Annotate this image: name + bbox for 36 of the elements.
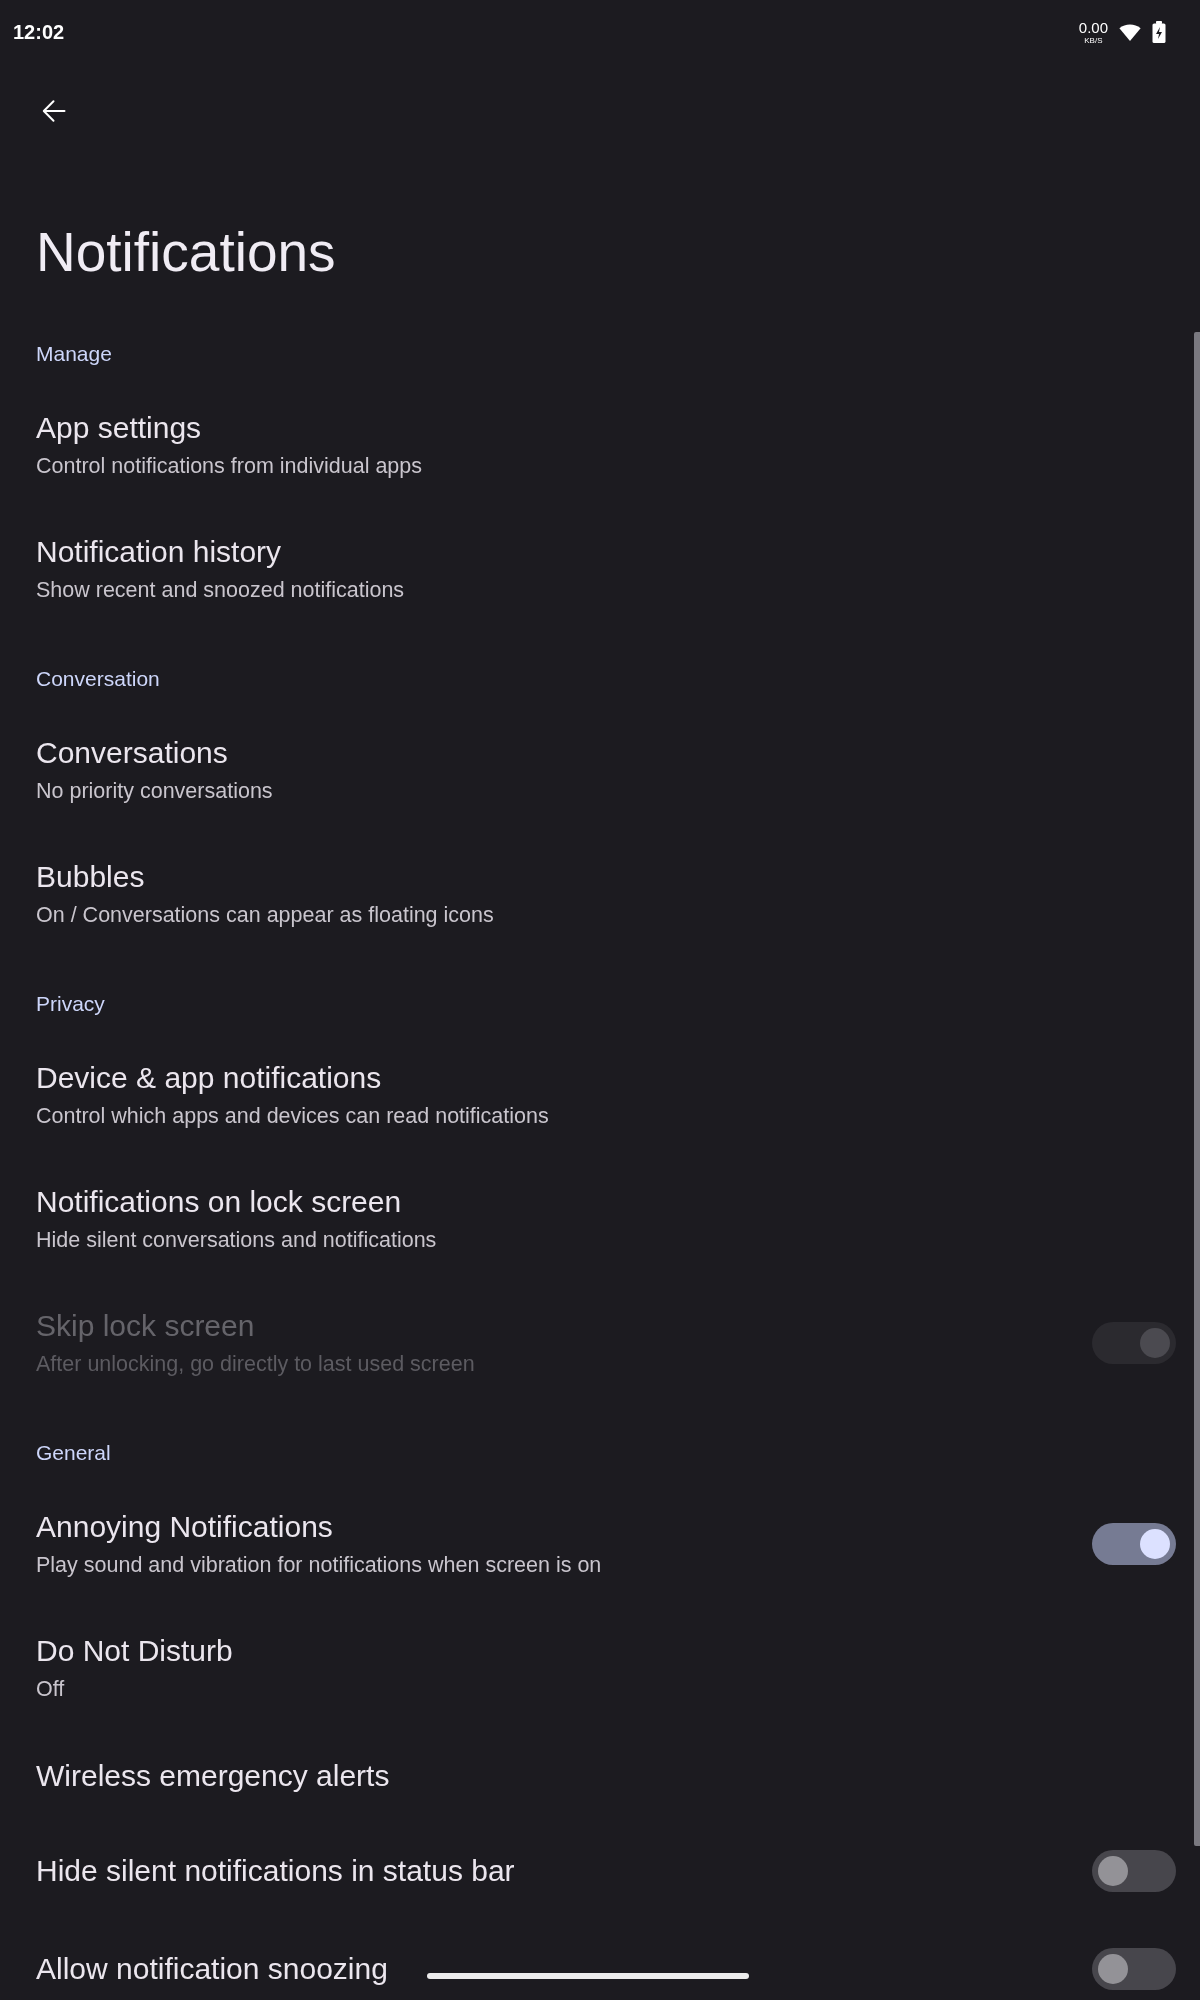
section-header: General <box>36 1440 111 1466</box>
setting-title[interactable]: Bubbles <box>36 859 145 895</box>
setting-title[interactable]: Conversations <box>36 735 228 771</box>
setting-title[interactable]: Notification history <box>36 534 282 570</box>
back-icon <box>42 99 66 123</box>
setting-title[interactable]: Device & app notifications <box>36 1060 382 1096</box>
section-header: Conversation <box>36 666 160 692</box>
setting-title[interactable]: Annoying Notifications <box>36 1509 333 1545</box>
section-header: Manage <box>36 341 112 367</box>
section-header: Privacy <box>36 991 105 1017</box>
setting-summary: Control notifications from individual apps <box>36 453 422 480</box>
toggle-switch[interactable] <box>1092 1523 1176 1565</box>
setting-title[interactable]: Notifications on lock screen <box>36 1184 402 1220</box>
battery-charging-icon <box>1152 21 1166 43</box>
setting-summary: After unlocking, go directly to last used screen <box>36 1351 475 1378</box>
setting-summary: Show recent and snoozed notifications <box>36 577 405 604</box>
gesture-handle[interactable] <box>427 1973 749 1979</box>
setting-summary: No priority conversations <box>36 778 273 805</box>
wifi-icon <box>1119 23 1141 41</box>
status-time: 12:02 <box>13 20 65 44</box>
setting-title[interactable]: Do Not Disturb <box>36 1633 233 1669</box>
page-title: Notifications <box>36 220 336 284</box>
network-speed: 0.00 <box>1078 19 1108 35</box>
setting-summary: Hide silent conversations and notifications <box>36 1227 437 1254</box>
setting-title[interactable]: Wireless emergency alerts <box>36 1758 390 1794</box>
setting-summary: Play sound and vibration for notifications when screen is on <box>36 1552 602 1579</box>
setting-title[interactable]: Allow notification snoozing <box>36 1951 388 1987</box>
network-speed-unit: KB/S <box>1084 35 1103 45</box>
setting-title[interactable]: App settings <box>36 410 202 446</box>
toggle-switch[interactable] <box>1092 1850 1176 1892</box>
setting-summary: On / Conversations can appear as floating icons <box>36 902 494 929</box>
setting-title[interactable]: Hide silent notifications in status bar <box>36 1853 515 1889</box>
setting-summary: Control which apps and devices can read notifications <box>36 1103 549 1130</box>
scrollbar[interactable] <box>1194 332 1200 1846</box>
toggle-switch[interactable] <box>1092 1948 1176 1990</box>
setting-summary: Off <box>36 1676 65 1703</box>
